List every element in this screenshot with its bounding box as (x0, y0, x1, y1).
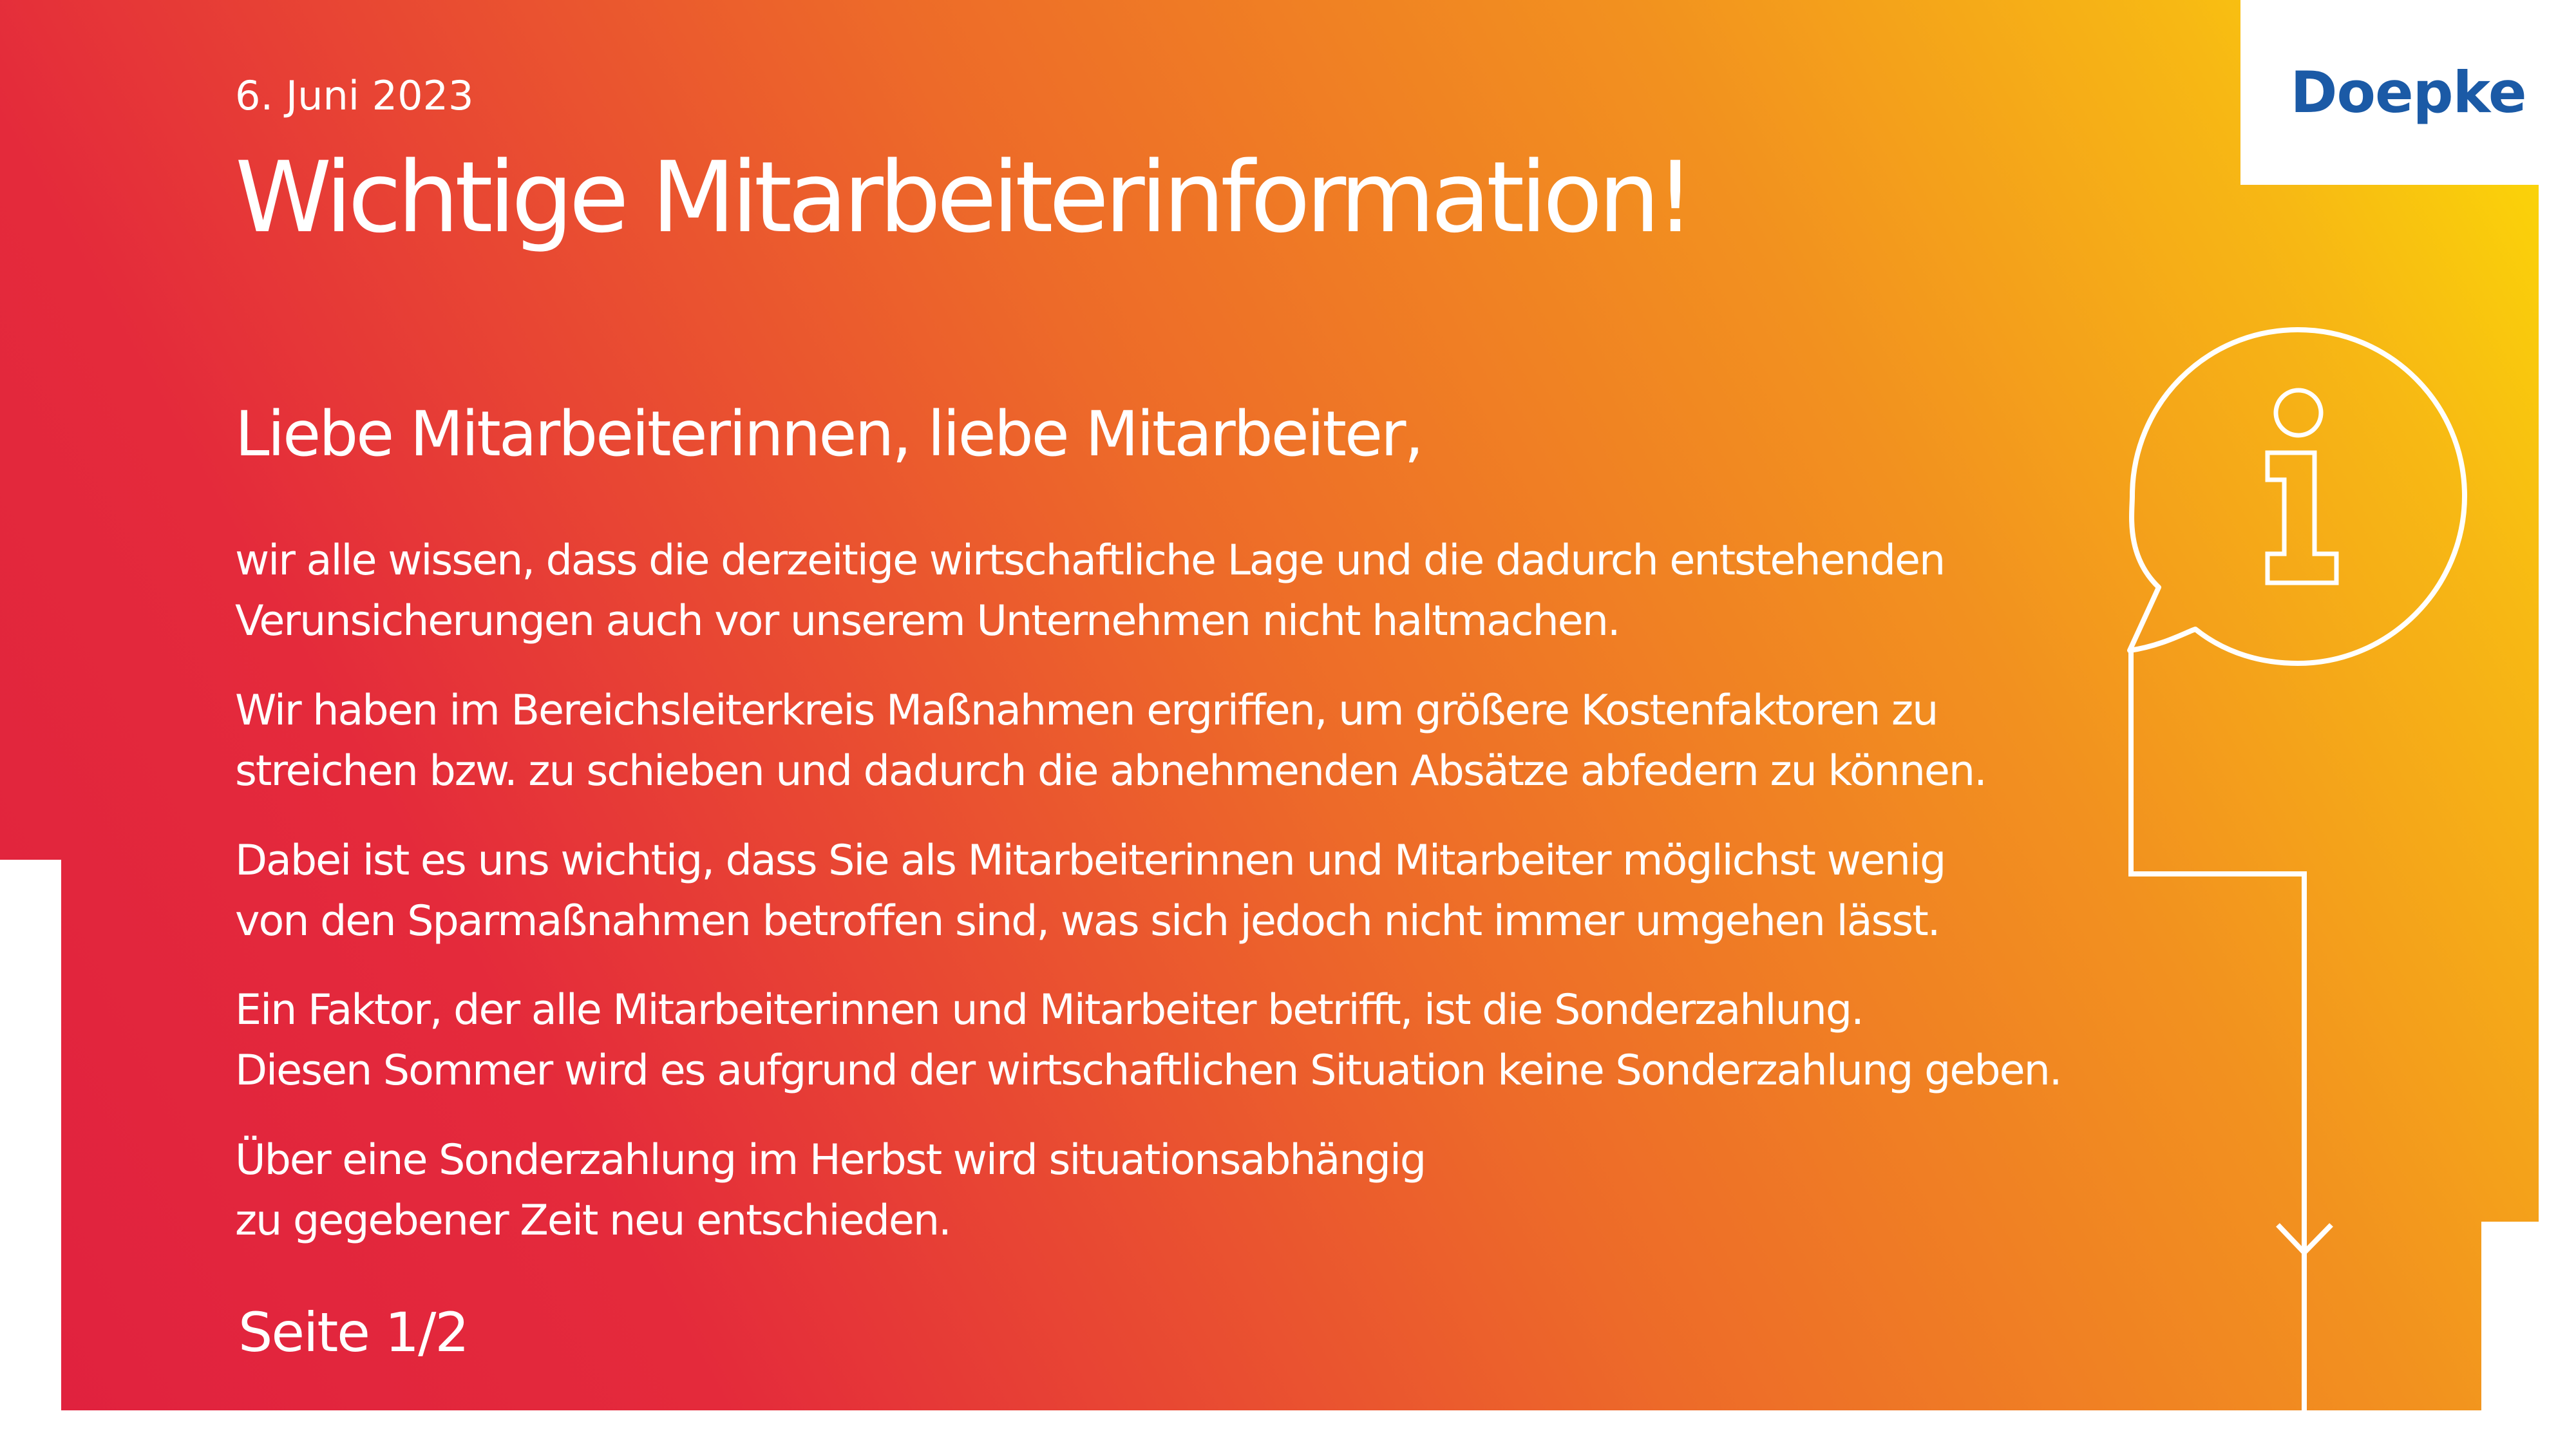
date-label: 6. Juni 2023 (235, 72, 474, 119)
greeting: Liebe Mitarbeiterinnen, liebe Mitarbeite… (235, 398, 1424, 470)
connector-line (2128, 650, 2307, 1410)
paragraph-line: streichen bzw. zu schieben und dadurch d… (235, 747, 1987, 795)
paragraph-line: Über eine Sonderzahlung im Herbst wird s… (235, 1136, 1426, 1184)
info-speech-bubble-icon (2127, 327, 2467, 666)
paragraph-line: Wir haben im Bereichsleiterkreis Maßnahm… (235, 687, 1938, 735)
paragraph-line: wir alle wissen, dass die derzeitige wir… (235, 536, 1946, 585)
slide: Doepke 6. Juni 2023 Wichtige Mitarbeiter… (0, 0, 2576, 1449)
info-icon (2265, 388, 2339, 585)
page-title: Wichtige Mitarbeiterinformation! (235, 140, 1695, 254)
paragraph-line: Ein Faktor, der alle Mitarbeiterinnen un… (235, 986, 1864, 1034)
paragraph-line: Dabei ist es uns wichtig, dass Sie als M… (235, 837, 1946, 885)
paragraph: Ein Faktor, der alle Mitarbeiterinnen un… (235, 980, 2062, 1101)
page-number: Seite 1/2 (238, 1301, 469, 1364)
paragraph: Dabei ist es uns wichtig, dass Sie als M… (235, 831, 1946, 952)
paragraph: Wir haben im Bereichsleiterkreis Maßnahm… (235, 681, 1987, 802)
paragraph: Über eine Sonderzahlung im Herbst wird s… (235, 1130, 1426, 1251)
paragraph-line: zu gegebener Zeit neu entschieden. (235, 1197, 952, 1245)
paragraph: wir alle wissen, dass die derzeitige wir… (235, 531, 1946, 652)
paragraph-line: von den Sparmaßnahmen betroffen sind, wa… (235, 897, 1940, 945)
paragraph-line: Diesen Sommer wird es aufgrund der wirts… (235, 1046, 2062, 1095)
paragraph-line: Verunsicherungen auch vor unserem Untern… (235, 597, 1621, 645)
